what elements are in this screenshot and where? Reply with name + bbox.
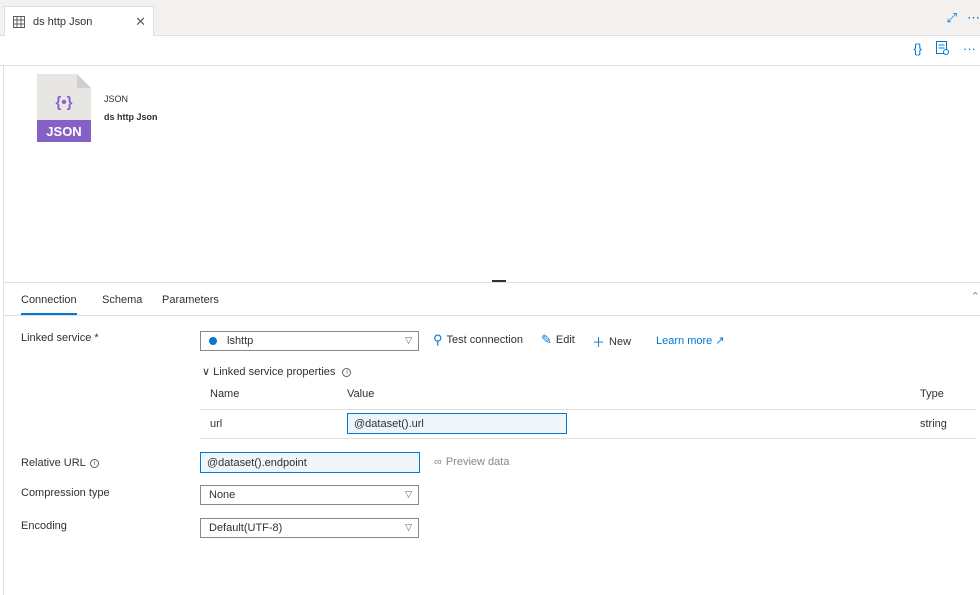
row-name: url <box>210 418 223 430</box>
linked-service-label: Linked service * <box>21 332 99 344</box>
edit-button[interactable]: ✎ Edit <box>541 332 575 348</box>
test-connection-button[interactable]: ⚲ Test connection <box>433 332 523 348</box>
dataset-type: JSON <box>104 94 129 104</box>
plus-icon: ＋ <box>592 335 606 350</box>
tab-connection[interactable]: Connection <box>21 294 77 315</box>
json-icon-text: JSON <box>46 124 81 139</box>
row-type: string <box>920 418 947 430</box>
json-icon-glyph: {•} <box>56 94 73 111</box>
table-divider <box>200 438 976 439</box>
preview-data-button[interactable]: ∞ Preview data <box>434 456 509 468</box>
url-value-input[interactable]: @dataset().url <box>347 413 567 434</box>
chevron-down-icon: ▽ <box>405 489 412 499</box>
edit-label: Edit <box>555 334 575 346</box>
tab-ds-http-json[interactable]: ds http Json ✕ <box>4 6 154 36</box>
dataset-editor: ds http Json ✕ ⤢ ⋯ {} ··· JSON {•} JSON … <box>0 0 980 595</box>
test-connection-label: Test connection <box>446 334 523 346</box>
relative-url-label: Relative URL i <box>21 457 99 469</box>
plug-icon: ⚲ <box>433 332 443 347</box>
glasses-icon: ∞ <box>434 456 442 468</box>
tab-strip: ds http Json ✕ ⤢ ⋯ <box>0 0 980 36</box>
tab-title: ds http Json <box>33 15 93 28</box>
chevron-up-icon[interactable]: ⌃ <box>971 290 980 303</box>
compression-type-value: None <box>209 489 236 501</box>
dataset-name: ds http Json <box>104 112 158 122</box>
encoding-value: Default(UTF-8) <box>209 522 283 534</box>
linked-service-icon <box>209 337 217 345</box>
linked-service-properties-label: Linked service properties <box>213 366 336 378</box>
tab-schema[interactable]: Schema <box>102 294 142 306</box>
compression-type-select[interactable]: None ▽ <box>200 485 419 505</box>
linked-service-value: lshttp <box>227 335 254 347</box>
pane-tabs: Connection Schema Parameters ⌃ <box>4 282 980 316</box>
learn-more-text: Learn more <box>656 335 713 347</box>
tab-parameters[interactable]: Parameters <box>162 294 219 306</box>
external-link-icon: ↗ <box>715 335 725 347</box>
more-icon[interactable]: ··· <box>963 41 976 56</box>
linked-service-select[interactable]: lshttp ▽ <box>200 331 419 351</box>
relative-url-input[interactable]: @dataset().endpoint <box>200 452 420 473</box>
chevron-down-icon: ▽ <box>405 335 412 345</box>
encoding-label: Encoding <box>21 520 67 532</box>
col-type-header: Type <box>920 388 944 400</box>
encoding-select[interactable]: Default(UTF-8) ▽ <box>200 518 419 538</box>
code-icon[interactable]: {} <box>913 41 922 56</box>
compression-type-label: Compression type <box>21 487 110 499</box>
chevron-down-icon: ∨ <box>202 366 211 378</box>
chevron-down-icon: ▽ <box>405 522 412 532</box>
expand-icon[interactable]: ⤢ <box>947 10 957 26</box>
table-divider <box>200 409 976 410</box>
col-value-header: Value <box>347 388 375 400</box>
info-icon: i <box>342 368 352 377</box>
learn-more-link[interactable]: Learn more ↗ <box>656 334 725 347</box>
editor-toolbar: {} ··· <box>0 36 980 66</box>
close-icon[interactable]: ✕ <box>135 14 146 30</box>
table-icon <box>13 15 25 28</box>
col-name-header: Name <box>210 388 240 400</box>
pencil-icon: ✎ <box>541 332 552 347</box>
dataset-header: JSON {•} JSON ds http Json <box>4 66 980 281</box>
strip-actions: ⤢ ⋯ <box>947 10 980 26</box>
new-button[interactable]: ＋ New <box>592 332 631 351</box>
relative-url-text: Relative URL <box>21 457 86 469</box>
info-icon: i <box>89 459 99 468</box>
preview-data-label: Preview data <box>445 456 510 468</box>
properties-icon[interactable] <box>936 41 949 55</box>
linked-service-properties-toggle[interactable]: ∨ Linked service properties i <box>202 365 352 378</box>
more-icon[interactable]: ⋯ <box>967 10 980 26</box>
new-label: New <box>609 335 632 348</box>
json-file-icon: JSON {•} <box>37 74 91 142</box>
